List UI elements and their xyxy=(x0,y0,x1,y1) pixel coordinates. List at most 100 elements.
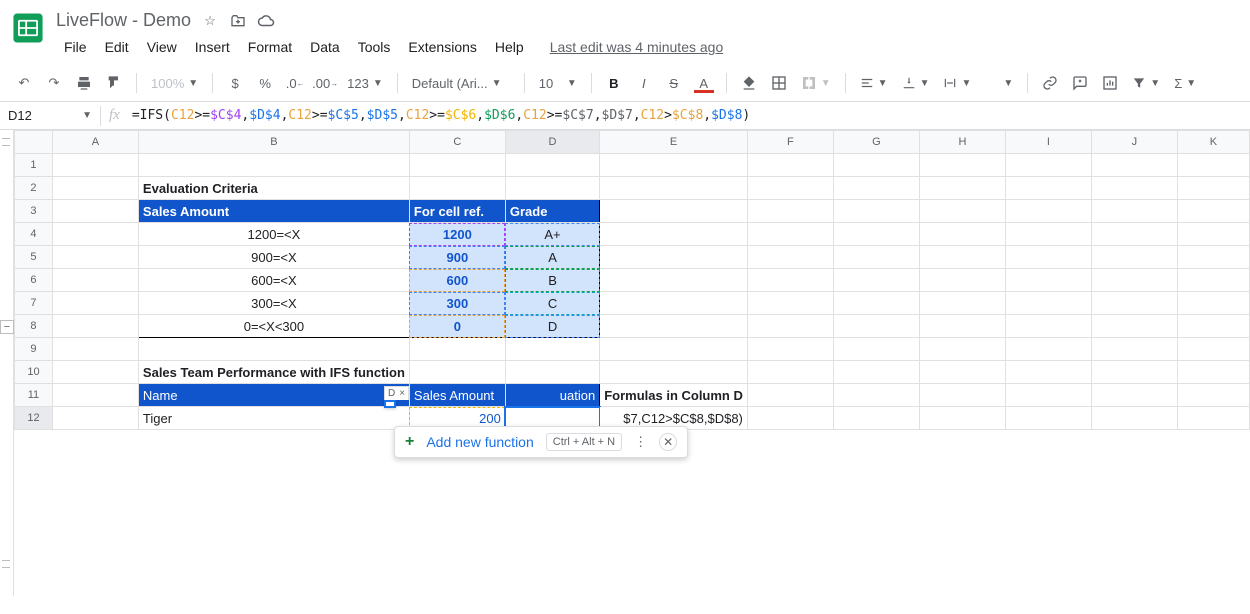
cell[interactable]: uation xyxy=(505,384,599,407)
dec-increase-button[interactable]: .00→ xyxy=(311,69,339,97)
menu-tools[interactable]: Tools xyxy=(350,35,399,59)
move-icon[interactable] xyxy=(229,12,247,30)
menu-format[interactable]: Format xyxy=(240,35,300,59)
cell[interactable]: Sales Team Performance with IFS function xyxy=(138,361,409,384)
select-all-corner[interactable] xyxy=(15,131,53,154)
cell[interactable] xyxy=(1005,177,1091,200)
col-header[interactable]: A xyxy=(52,131,138,154)
cell[interactable] xyxy=(1091,407,1177,430)
cell[interactable] xyxy=(747,407,833,430)
cell[interactable] xyxy=(1091,154,1177,177)
cell[interactable] xyxy=(1091,292,1177,315)
cell[interactable]: 300 xyxy=(409,292,505,315)
cell[interactable] xyxy=(138,154,409,177)
cell[interactable]: 900 xyxy=(409,246,505,269)
merge-button[interactable]: ▼ xyxy=(795,69,837,97)
more-icon[interactable]: ⋮ xyxy=(634,434,647,450)
cell[interactable] xyxy=(1177,269,1249,292)
cell[interactable] xyxy=(1177,200,1249,223)
editor-cell-tab[interactable]: D× xyxy=(384,386,409,400)
cell[interactable] xyxy=(919,407,1005,430)
row-header[interactable]: 12 xyxy=(15,407,53,430)
cell[interactable] xyxy=(600,154,748,177)
cell[interactable] xyxy=(409,177,505,200)
zoom-combo[interactable]: 100%▼ xyxy=(145,69,204,97)
cell[interactable] xyxy=(409,361,505,384)
row-header[interactable]: 9 xyxy=(15,338,53,361)
collapse-group-icon[interactable]: − xyxy=(0,320,14,334)
col-header[interactable]: F xyxy=(747,131,833,154)
cell[interactable] xyxy=(833,361,919,384)
cell[interactable] xyxy=(600,177,748,200)
cell[interactable] xyxy=(833,223,919,246)
cell[interactable]: D xyxy=(505,315,599,338)
name-box[interactable]: D12▼ xyxy=(0,108,100,123)
row-header[interactable]: 10 xyxy=(15,361,53,384)
paintformat-button[interactable] xyxy=(100,69,128,97)
cell[interactable] xyxy=(505,154,599,177)
cell[interactable] xyxy=(747,384,833,407)
cell[interactable] xyxy=(1177,315,1249,338)
cell[interactable] xyxy=(1091,315,1177,338)
cell[interactable] xyxy=(52,361,138,384)
textcolor-button[interactable]: A xyxy=(690,69,718,97)
cell[interactable] xyxy=(919,361,1005,384)
fillcolor-button[interactable] xyxy=(735,69,763,97)
cell[interactable] xyxy=(52,200,138,223)
font-combo[interactable]: Default (Ari...▼ xyxy=(406,69,516,97)
row-header[interactable]: 8 xyxy=(15,315,53,338)
row-header[interactable]: 3 xyxy=(15,200,53,223)
row-header[interactable]: 11 xyxy=(15,384,53,407)
cell[interactable] xyxy=(505,177,599,200)
cell[interactable] xyxy=(747,154,833,177)
cell[interactable] xyxy=(1091,177,1177,200)
cell[interactable] xyxy=(600,200,748,223)
cell[interactable] xyxy=(1005,200,1091,223)
percent-button[interactable]: % xyxy=(251,69,279,97)
menu-file[interactable]: File xyxy=(56,35,95,59)
cell[interactable] xyxy=(600,315,748,338)
cell[interactable]: C xyxy=(505,292,599,315)
dec-decrease-button[interactable]: .0← xyxy=(281,69,309,97)
cell[interactable] xyxy=(1177,407,1249,430)
cell[interactable] xyxy=(833,338,919,361)
borders-button[interactable] xyxy=(765,69,793,97)
cell[interactable]: Tiger xyxy=(138,407,409,430)
currency-button[interactable]: $ xyxy=(221,69,249,97)
cell[interactable] xyxy=(747,177,833,200)
redo-button[interactable]: ↷ xyxy=(40,69,68,97)
cell[interactable] xyxy=(747,200,833,223)
cell[interactable]: Sales Amount xyxy=(138,200,409,223)
cell[interactable] xyxy=(52,269,138,292)
cell[interactable] xyxy=(409,338,505,361)
cell[interactable]: A xyxy=(505,246,599,269)
cell[interactable] xyxy=(833,384,919,407)
col-header[interactable]: H xyxy=(919,131,1005,154)
cell[interactable] xyxy=(52,407,138,430)
cell[interactable] xyxy=(600,246,748,269)
cell[interactable] xyxy=(1091,200,1177,223)
cell[interactable] xyxy=(747,292,833,315)
fontsize-combo[interactable]: 10▼ xyxy=(533,69,583,97)
cell[interactable] xyxy=(1005,154,1091,177)
cell[interactable] xyxy=(919,338,1005,361)
last-edit-hint[interactable]: Last edit was 4 minutes ago xyxy=(542,35,732,59)
cell[interactable] xyxy=(747,315,833,338)
cell[interactable] xyxy=(833,315,919,338)
cell[interactable] xyxy=(52,315,138,338)
cell[interactable] xyxy=(600,223,748,246)
link-button[interactable] xyxy=(1036,69,1064,97)
chart-button[interactable] xyxy=(1096,69,1124,97)
italic-button[interactable]: I xyxy=(630,69,658,97)
menu-edit[interactable]: Edit xyxy=(97,35,137,59)
cell[interactable] xyxy=(1091,338,1177,361)
star-icon[interactable]: ☆ xyxy=(201,12,219,30)
cell[interactable]: 0 xyxy=(409,315,505,338)
cell[interactable] xyxy=(747,361,833,384)
col-header[interactable]: C xyxy=(409,131,505,154)
app-logo[interactable] xyxy=(8,8,48,48)
cell[interactable] xyxy=(1005,223,1091,246)
row-header[interactable]: 4 xyxy=(15,223,53,246)
cell[interactable] xyxy=(919,200,1005,223)
cell[interactable] xyxy=(52,246,138,269)
